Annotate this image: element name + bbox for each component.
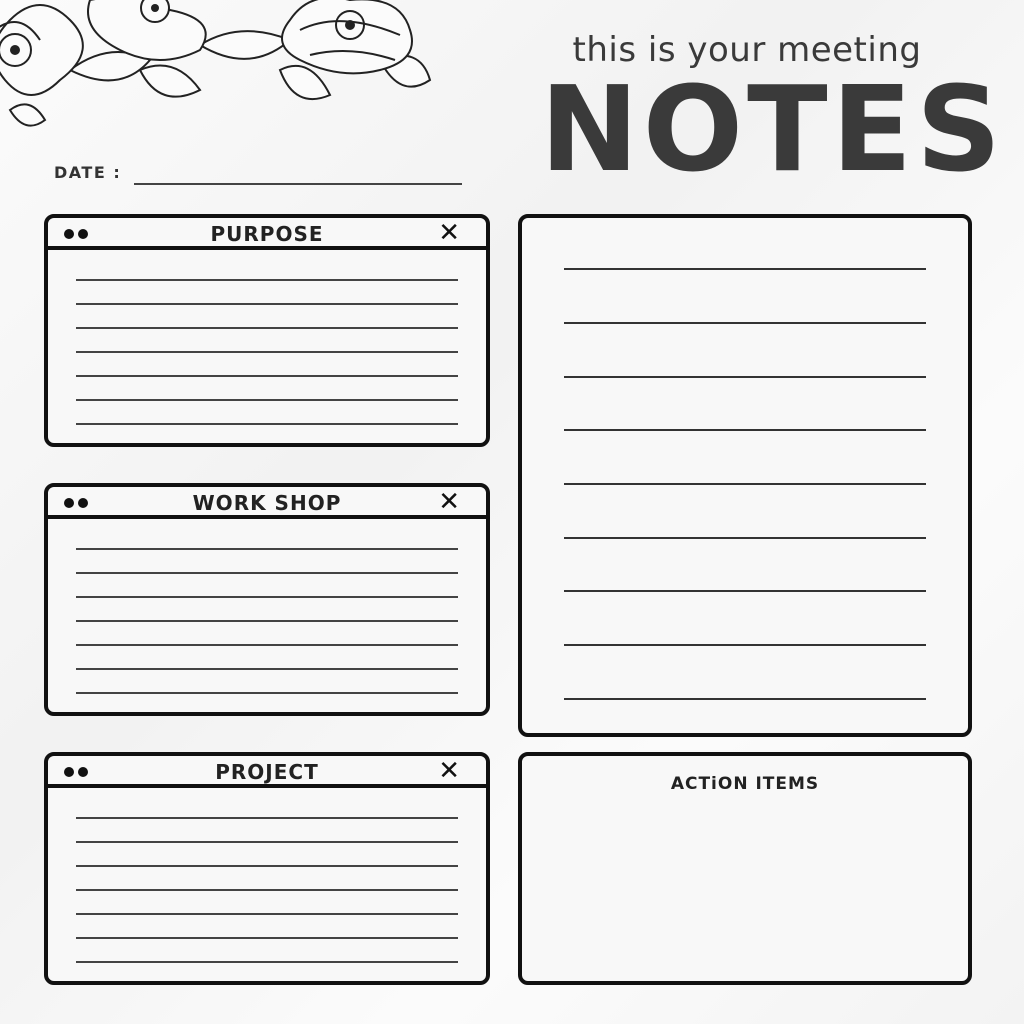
writing-line[interactable] <box>76 279 458 281</box>
writing-line[interactable] <box>564 590 926 592</box>
close-icon[interactable]: ✕ <box>438 488 460 516</box>
workshop-title: WORK SHOP <box>192 491 342 515</box>
writing-line[interactable] <box>564 698 926 700</box>
writing-line[interactable] <box>564 483 926 485</box>
writing-line[interactable] <box>564 322 926 324</box>
writing-line[interactable] <box>76 889 458 891</box>
floral-icon <box>0 0 432 127</box>
writing-line[interactable] <box>76 692 458 694</box>
writing-line[interactable] <box>76 327 458 329</box>
writing-line[interactable] <box>76 572 458 574</box>
writing-line[interactable] <box>564 537 926 539</box>
action-items-title: ACTiON ITEMS <box>670 774 820 794</box>
writing-line[interactable] <box>76 961 458 963</box>
writing-line[interactable] <box>76 303 458 305</box>
close-icon[interactable]: ✕ <box>438 219 460 247</box>
writing-line[interactable] <box>76 596 458 598</box>
writing-line[interactable] <box>564 429 926 431</box>
close-icon[interactable]: ✕ <box>438 757 460 785</box>
writing-line[interactable] <box>76 841 458 843</box>
purpose-title-bar: PURPOSE ✕ <box>48 218 486 250</box>
workshop-window: WORK SHOP ✕ <box>44 483 490 716</box>
writing-line[interactable] <box>76 548 458 550</box>
purpose-window: PURPOSE ✕ <box>44 214 490 447</box>
action-items-box[interactable]: ACTiON ITEMS <box>518 752 972 985</box>
writing-line[interactable] <box>76 865 458 867</box>
workshop-title-bar: WORK SHOP ✕ <box>48 487 486 519</box>
writing-line[interactable] <box>76 937 458 939</box>
writing-line[interactable] <box>76 351 458 353</box>
writing-line[interactable] <box>76 668 458 670</box>
notes-box <box>518 214 972 737</box>
writing-line[interactable] <box>76 375 458 377</box>
writing-line[interactable] <box>76 399 458 401</box>
writing-line[interactable] <box>76 913 458 915</box>
date-label: DATE : <box>54 163 122 182</box>
writing-line[interactable] <box>76 620 458 622</box>
page-title: NOTES <box>540 60 1006 198</box>
purpose-title: PURPOSE <box>210 222 324 246</box>
project-title: PROJECT <box>215 760 319 784</box>
writing-line[interactable] <box>564 644 926 646</box>
writing-line[interactable] <box>76 644 458 646</box>
writing-line[interactable] <box>564 268 926 270</box>
writing-line[interactable] <box>564 376 926 378</box>
date-input-line[interactable] <box>134 183 462 185</box>
writing-line[interactable] <box>76 423 458 425</box>
project-window: PROJECT ✕ <box>44 752 490 985</box>
project-title-bar: PROJECT ✕ <box>48 756 486 788</box>
writing-line[interactable] <box>76 817 458 819</box>
